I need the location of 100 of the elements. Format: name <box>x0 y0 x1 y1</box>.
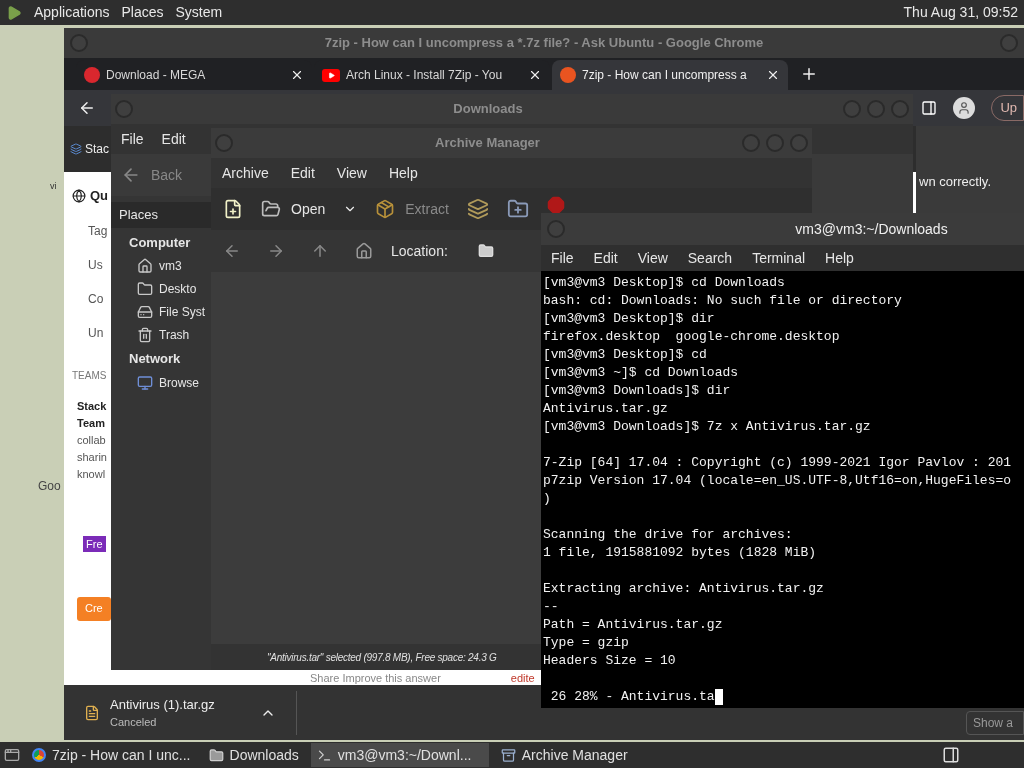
terminal-line: -- <box>543 598 559 616</box>
terminal-line: 1 file, 1915881092 bytes (1828 MiB) <box>543 544 817 562</box>
window-title: Downloads <box>452 100 524 119</box>
drive-icon <box>137 304 153 320</box>
answer-actions: Share Improve this answer <box>310 672 441 684</box>
add-folder-icon[interactable] <box>506 198 529 220</box>
taskbar-item[interactable]: vm3@vm3:~/Downl... <box>310 743 489 767</box>
stack-icon <box>70 143 82 155</box>
menu-item[interactable]: Help <box>388 162 418 184</box>
edited-link[interactable]: edite <box>510 672 535 684</box>
archive-icon <box>500 747 516 763</box>
terminal-line: Headers Size = 10 <box>543 652 676 670</box>
free-badge: Fre <box>83 535 106 552</box>
window-title: 7zip - How can I uncompress a *.7z file? - Ask Ubuntu - Google Chrome <box>323 34 765 53</box>
nav-item[interactable]: Co <box>88 291 104 306</box>
menu-item[interactable]: Search <box>687 247 733 269</box>
menu-item[interactable]: File <box>121 128 144 150</box>
nav-item[interactable]: Tag <box>88 223 108 238</box>
site-name: Stac <box>85 141 109 158</box>
promo-text: sharin <box>77 449 107 465</box>
menu-item[interactable]: View <box>336 162 367 184</box>
place-item[interactable]: File Syst <box>159 303 205 321</box>
menu-item[interactable]: File <box>551 247 574 269</box>
side-panel-icon[interactable] <box>921 100 938 116</box>
place-item[interactable]: Browse <box>159 373 199 392</box>
trash-icon <box>137 327 153 343</box>
terminal-line: 26 28% - Antivirus.ta <box>549 688 715 706</box>
clock[interactable]: Thu Aug 31, 09:52 <box>903 2 1018 23</box>
menu-item[interactable]: Terminal <box>752 247 806 269</box>
folder-icon[interactable] <box>477 243 494 259</box>
close-icon[interactable] <box>766 68 780 82</box>
terminal-line: [vm3@vm3 Downloads]$ 7z x Antivirus.tar.gz <box>543 418 871 436</box>
section-title: Computer <box>129 233 192 252</box>
window-title: Archive Manager <box>434 134 541 153</box>
download-name[interactable]: Antivirus (1).tar.gz <box>110 694 260 714</box>
taskbar-item[interactable]: Archive Manager <box>494 743 634 767</box>
folder-icon <box>137 281 153 297</box>
close-icon[interactable] <box>528 68 542 82</box>
show-all-button[interactable]: Show a <box>965 711 1024 735</box>
panel-menu[interactable]: Places <box>121 2 164 23</box>
menu-item[interactable]: Edit <box>593 247 618 269</box>
add-files-icon[interactable] <box>466 198 489 220</box>
terminal-line: Type = gzip <box>543 634 629 652</box>
taskbar-item[interactable]: 7zip - How can I unc... <box>26 743 197 767</box>
taskbar-item[interactable]: Downloads <box>202 743 305 767</box>
terminal-line: 7-Zip [64] 17.04 : Copyright (c) 1999-2021 Igor Pavlov : 201 <box>543 454 1012 472</box>
terminal-line: Path = Antivirus.tar.gz <box>543 616 723 634</box>
play-logo-icon <box>6 4 22 21</box>
place-item[interactable]: vm3 <box>159 257 182 275</box>
notice-text: wn correctly. <box>919 173 991 191</box>
browser-tab[interactable]: 7zip - How can I uncompress a <box>552 60 788 90</box>
terminal-line: firefox.desktop google-chrome.desktop <box>543 328 840 346</box>
terminal-line: [vm3@vm3 ~]$ cd Downloads <box>543 364 739 382</box>
play-logo-icon <box>322 68 340 82</box>
promo-title: Stack <box>77 398 107 414</box>
browser-icon <box>32 748 46 762</box>
menu-item[interactable]: Edit <box>290 162 315 184</box>
menu-item[interactable]: Archive <box>222 162 269 184</box>
window-title: vm3@vm3:~/Downloads <box>794 219 949 239</box>
nav-item[interactable]: Qu <box>90 186 109 206</box>
home-icon[interactable] <box>355 242 373 260</box>
new-file-icon[interactable] <box>223 199 243 219</box>
terminal-line: [vm3@vm3 Desktop]$ cd Downloads <box>543 274 785 292</box>
profile-icon[interactable] <box>953 97 976 119</box>
menu-item[interactable]: Edit <box>161 128 186 150</box>
section-label: TEAMS <box>72 369 107 381</box>
place-item[interactable]: Deskto <box>159 280 197 298</box>
workspace-icon[interactable] <box>942 746 960 764</box>
terminal-line: ) <box>543 490 551 508</box>
nav-item[interactable]: Us <box>88 257 103 272</box>
terminal-line: bash: cd: Downloads: No such file or directory <box>543 292 902 310</box>
pane-header[interactable]: Places <box>111 202 211 228</box>
terminal-line: [vm3@vm3 Downloads]$ dir <box>543 382 731 400</box>
nav-item[interactable]: Un <box>88 325 104 340</box>
desktop-icon-label: vi <box>50 180 57 193</box>
archive-file-icon <box>84 704 100 721</box>
home-folder-icon <box>137 258 153 274</box>
terminal-line: Scanning the drive for archives: <box>543 526 793 544</box>
desktop-icon-label: Goo <box>38 478 61 495</box>
promo-title: Team <box>77 415 105 431</box>
terminal-line: Extracting archive: Antivirus.tar.gz <box>543 580 824 598</box>
terminal-line: [vm3@vm3 Desktop]$ dir <box>543 310 715 328</box>
menu-item[interactable]: View <box>637 247 668 269</box>
close-icon[interactable] <box>290 68 304 82</box>
location-label: Location: <box>391 241 448 261</box>
terminal-icon <box>316 747 332 763</box>
download-status: Canceled <box>110 715 158 730</box>
globe-icon <box>72 188 86 203</box>
text-cursor <box>714 689 723 705</box>
panel-menu[interactable]: Applications <box>34 2 110 23</box>
forward-arrow-icon[interactable] <box>267 242 285 260</box>
terminal-line: p7zip Version 17.04 (locale=en_US.UTF-8,Utf16=on,HugeFiles=o <box>543 472 1012 490</box>
menu-item[interactable]: Help <box>825 247 854 269</box>
show-desktop-icon[interactable] <box>4 747 20 763</box>
open-button[interactable]: Open <box>261 198 326 220</box>
new-tab-icon[interactable] <box>800 65 818 83</box>
status-text: "Antivirus.tar" selected (997.8 MB), Free space: 24.3 G <box>267 650 497 665</box>
place-item[interactable]: Trash <box>159 326 190 344</box>
panel-menu[interactable]: System <box>175 2 223 23</box>
section-title: Network <box>129 350 182 368</box>
